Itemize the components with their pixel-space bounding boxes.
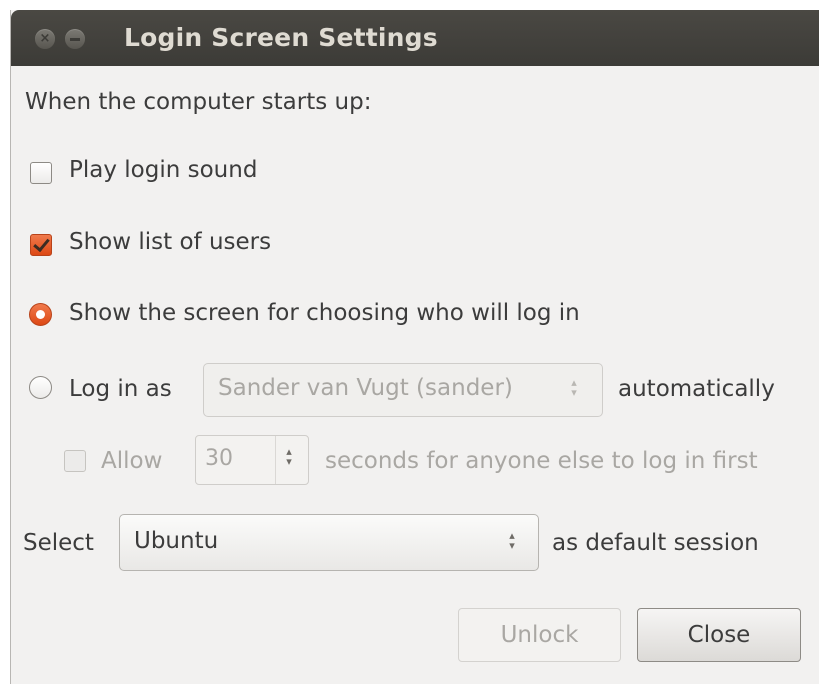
auto-login-label[interactable]: Log in as (69, 376, 172, 402)
window-minimize-icon[interactable] (65, 29, 85, 49)
login-screen-settings-dialog: × Login Screen Settings When the compute… (10, 10, 819, 684)
up-down-arrows-icon[interactable]: ▴ ▾ (283, 446, 295, 469)
up-down-arrows-icon: ▴ ▾ (509, 529, 515, 552)
window-close-icon[interactable]: × (35, 29, 55, 49)
window-title: Login Screen Settings (124, 23, 438, 52)
session-prefix: Select (23, 530, 94, 556)
delay-seconds-spinner[interactable]: 30 ▴ ▾ (195, 435, 309, 485)
auto-login-radio[interactable] (29, 376, 52, 399)
auto-login-suffix: automatically (618, 376, 775, 402)
play-login-sound-label[interactable]: Play login sound (69, 157, 257, 183)
default-session-value: Ubuntu (134, 528, 219, 554)
title-bar: × Login Screen Settings (11, 10, 819, 66)
default-session-select[interactable]: Ubuntu ▴ ▾ (119, 514, 539, 571)
show-list-of-users-checkbox[interactable] (30, 234, 52, 256)
choose-user-screen-radio[interactable] (29, 303, 52, 326)
play-login-sound-checkbox[interactable] (30, 162, 52, 184)
startup-heading: When the computer starts up: (25, 89, 372, 115)
auto-login-user-value: Sander van Vugt (sander) (218, 375, 513, 401)
allow-delay-checkbox[interactable] (64, 450, 86, 472)
up-down-arrows-icon: ▴ ▾ (571, 376, 577, 399)
session-suffix: as default session (552, 530, 759, 556)
unlock-button[interactable]: Unlock (458, 608, 621, 662)
delay-seconds-value[interactable]: 30 (205, 446, 233, 471)
allow-delay-label[interactable]: Allow (101, 448, 162, 474)
choose-user-screen-label[interactable]: Show the screen for choosing who will lo… (69, 300, 580, 326)
close-button[interactable]: Close (637, 608, 801, 662)
spinner-divider (275, 436, 276, 484)
auto-login-user-select[interactable]: Sander van Vugt (sander) ▴ ▾ (203, 363, 603, 417)
show-list-of-users-label[interactable]: Show list of users (69, 229, 271, 255)
allow-delay-suffix: seconds for anyone else to log in first (325, 448, 758, 474)
